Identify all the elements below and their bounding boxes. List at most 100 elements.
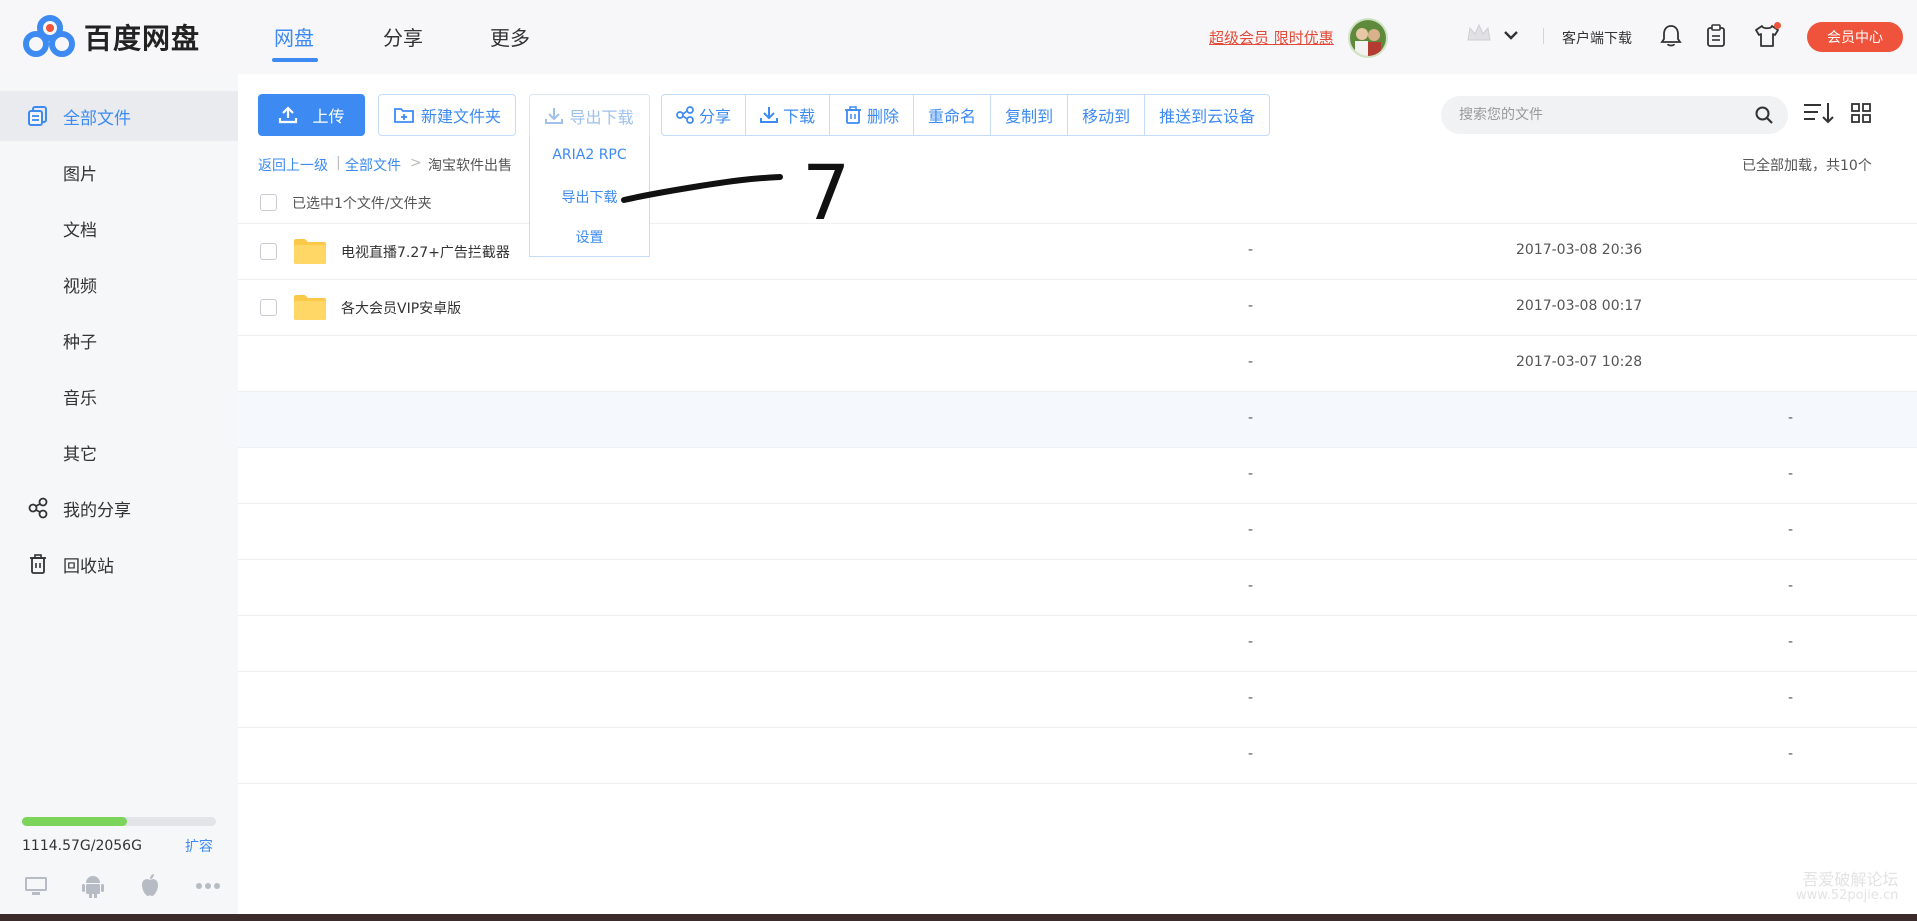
vip-center-button[interactable]: 会员中心 — [1807, 22, 1903, 52]
search-box — [1441, 96, 1788, 134]
sidebar-item-other[interactable]: 其它 — [0, 427, 238, 477]
file-name[interactable]: 各大会员VIP安卓版 — [341, 298, 461, 318]
table-row[interactable]: 各大会员VIP安卓版 - 2017-03-08 00:17 — [238, 280, 1917, 336]
sidebar-item-my-shares[interactable]: 我的分享 — [0, 483, 238, 533]
file-extra: - — [1788, 634, 1794, 650]
sidebar-item-music[interactable]: 音乐 — [0, 371, 238, 421]
desktop-icon[interactable] — [24, 875, 48, 897]
sidebar-item-label: 文档 — [63, 220, 97, 241]
sidebar-item-all-files[interactable]: 全部文件 — [0, 91, 238, 141]
selection-count-text: 已选中1个文件/文件夹 — [292, 196, 432, 212]
tab-more[interactable]: 更多 — [490, 22, 530, 51]
header-divider — [1543, 28, 1544, 44]
new-folder-icon — [394, 108, 414, 123]
select-all-checkbox[interactable] — [260, 194, 277, 211]
crown-icon[interactable] — [1466, 22, 1492, 44]
export-download-button[interactable]: 导出下载 — [529, 94, 650, 136]
new-folder-button[interactable]: 新建文件夹 — [378, 94, 516, 136]
file-size: - — [1248, 522, 1254, 538]
file-extra: - — [1788, 746, 1794, 762]
trash-icon — [845, 106, 862, 124]
sidebar-item-label: 回收站 — [63, 556, 114, 577]
sort-icon[interactable] — [1803, 101, 1835, 125]
tab-netdisk[interactable]: 网盘 — [274, 22, 314, 51]
file-size: - — [1248, 634, 1254, 650]
file-extra: - — [1788, 410, 1794, 426]
search-icon[interactable] — [1754, 105, 1774, 125]
sidebar-item-recycle-bin[interactable]: 回收站 — [0, 539, 238, 589]
android-icon[interactable] — [82, 874, 104, 898]
download-button[interactable]: 下载 — [746, 95, 831, 135]
sidebar-item-label: 视频 — [63, 276, 97, 297]
breadcrumb-root-link[interactable]: 全部文件 — [345, 155, 401, 175]
sidebar-item-label: 其它 — [63, 444, 97, 465]
file-date: 2017-03-07 10:28 — [1516, 354, 1643, 370]
table-row[interactable]: - 2017-03-07 10:28 — [238, 336, 1917, 392]
annotation-number: 7 — [802, 148, 851, 237]
sidebar-item-torrents[interactable]: 种子 — [0, 315, 238, 365]
file-size: - — [1248, 690, 1254, 706]
folder-icon — [294, 295, 326, 320]
new-folder-label: 新建文件夹 — [420, 107, 501, 126]
menu-item-aria2-rpc[interactable]: ARIA2 RPC — [530, 147, 649, 163]
app-name: 百度网盘 — [84, 22, 201, 55]
grid-view-icon[interactable] — [1851, 103, 1871, 123]
file-name[interactable]: 电视直播7.27+广告拦截器 — [341, 242, 510, 262]
chevron-down-icon[interactable] — [1503, 28, 1519, 42]
watermark-line-2: www.52pojie.cn — [1796, 888, 1899, 904]
table-row[interactable]: - - — [238, 728, 1917, 784]
sidebar-item-videos[interactable]: 视频 — [0, 259, 238, 309]
delete-button[interactable]: 删除 — [830, 95, 915, 135]
rename-button[interactable]: 重命名 — [914, 95, 992, 135]
breadcrumb-back-link[interactable]: 返回上一级 — [258, 155, 328, 175]
copy-to-button[interactable]: 复制到 — [991, 95, 1069, 135]
sidebar-item-label: 图片 — [63, 164, 97, 185]
file-size: - — [1248, 354, 1254, 370]
file-date: 2017-03-08 00:17 — [1516, 298, 1643, 314]
trash-icon — [30, 554, 46, 574]
menu-item-settings[interactable]: 设置 — [530, 227, 649, 247]
move-to-button[interactable]: 移动到 — [1068, 95, 1146, 135]
avatar[interactable] — [1348, 18, 1388, 58]
baidu-netdisk-logo[interactable]: 百度网盘 — [22, 14, 200, 60]
apple-icon[interactable] — [139, 873, 161, 897]
search-input[interactable] — [1459, 96, 1749, 134]
table-row[interactable]: - - — [238, 616, 1917, 672]
table-row[interactable]: 电视直播7.27+广告拦截器 - 2017-03-08 20:36 — [238, 224, 1917, 280]
tab-share[interactable]: 分享 — [383, 22, 423, 51]
loaded-count-info: 已全部加载，共10个 — [1742, 158, 1872, 174]
sidebar: 全部文件 图片 文档 视频 种子 音乐 其它 我的分享 回收站 1114.57G… — [0, 74, 238, 921]
breadcrumb-current: 淘宝软件出售 — [428, 158, 512, 174]
watermark-line-1: 吾爱破解论坛 — [1802, 870, 1899, 889]
row-checkbox[interactable] — [260, 299, 277, 316]
export-download-label: 导出下载 — [569, 107, 634, 127]
share-button[interactable]: 分享 — [662, 95, 747, 135]
taskbar-strip — [0, 914, 1917, 921]
super-vip-promo-link[interactable]: 超级会员 限时优惠 — [1209, 27, 1334, 48]
table-row[interactable]: - - — [238, 392, 1917, 448]
share-label: 分享 — [699, 107, 732, 126]
row-checkbox[interactable] — [260, 243, 277, 260]
bell-icon[interactable] — [1660, 24, 1682, 48]
sidebar-item-images[interactable]: 图片 — [0, 147, 238, 197]
table-row[interactable]: - - — [238, 504, 1917, 560]
table-row[interactable]: - - — [238, 560, 1917, 616]
table-row[interactable]: - - — [238, 448, 1917, 504]
upload-button[interactable]: 上传 — [258, 94, 365, 136]
storage-quota-text: 1114.57G/2056G — [22, 838, 142, 854]
more-icon[interactable] — [196, 882, 220, 890]
sidebar-item-label: 我的分享 — [63, 500, 131, 521]
sidebar-item-documents[interactable]: 文档 — [0, 203, 238, 253]
download-icon — [760, 107, 779, 123]
file-size: - — [1248, 410, 1254, 426]
clipboard-icon[interactable] — [1706, 24, 1726, 48]
client-download-link[interactable]: 客户端下载 — [1562, 28, 1632, 48]
expand-storage-link[interactable]: 扩容 — [185, 836, 213, 856]
push-to-cloud-device-button[interactable]: 推送到云设备 — [1145, 95, 1269, 135]
file-size: - — [1248, 578, 1254, 594]
file-action-group: 分享 下载 删除 重命名 复制到 移动到 推送到云设备 — [661, 94, 1271, 136]
table-row[interactable]: - - — [238, 672, 1917, 728]
annotation-arrow-stroke — [621, 174, 783, 203]
watermark: 吾爱破解论坛 www.52pojie.cn — [1796, 870, 1899, 904]
storage-quota-fill — [22, 817, 128, 826]
